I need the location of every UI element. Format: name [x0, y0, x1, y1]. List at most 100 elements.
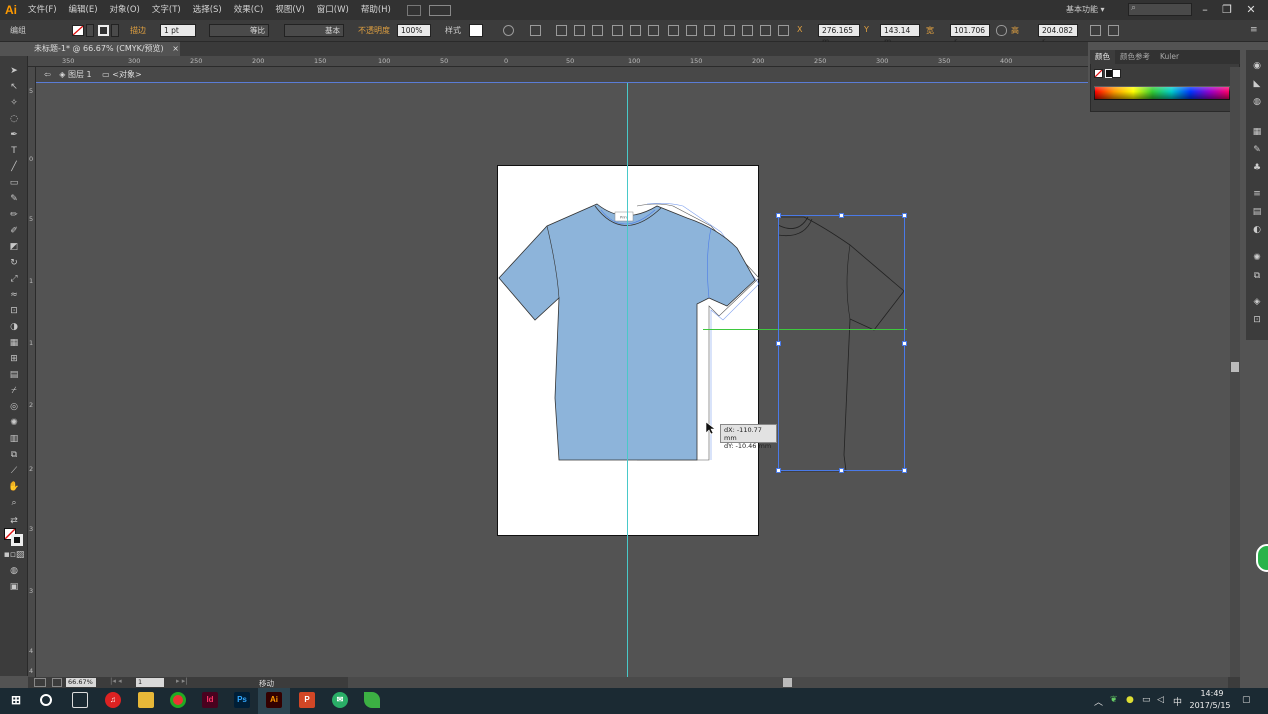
stroke-label[interactable]: 描边	[130, 25, 146, 36]
symbols-icon[interactable]: ♣	[1251, 162, 1263, 174]
eraser-tool-icon[interactable]: ◩	[6, 240, 22, 254]
fill-none-swatch[interactable]	[72, 25, 84, 36]
graphic-styles-icon[interactable]: ◣	[1251, 78, 1263, 90]
next-page-icon[interactable]: ▸ ▸|	[176, 677, 188, 685]
magic-wand-tool-icon[interactable]: ✧	[6, 96, 22, 110]
eyedropper-tool-icon[interactable]: ⌿	[6, 384, 22, 398]
mesh-tool-icon[interactable]: ⊞	[6, 352, 22, 366]
artboards-icon[interactable]: ⊡	[1251, 314, 1263, 326]
vertical-scroll-thumb[interactable]	[1231, 362, 1239, 372]
column-graph-tool-icon[interactable]: ▥	[6, 432, 22, 446]
ime-indicator[interactable]: 中	[1173, 695, 1182, 708]
indesign-icon[interactable]: Id	[202, 692, 218, 708]
brush-definition[interactable]: 基本	[284, 24, 344, 37]
close-tab-icon[interactable]: ×	[172, 44, 179, 53]
distribute-top-icon[interactable]	[668, 25, 679, 36]
x-field[interactable]: 276.165 m	[818, 24, 860, 46]
photoshop-icon[interactable]: Ps	[234, 692, 250, 708]
handle-middle-left[interactable]	[776, 341, 781, 346]
align-hcenter-icon[interactable]	[574, 25, 585, 36]
chrome-icon[interactable]	[170, 692, 186, 708]
page-field[interactable]: 1	[136, 678, 164, 687]
distribute-left-icon[interactable]	[724, 25, 735, 36]
handle-bottom-right[interactable]	[902, 468, 907, 473]
align-vcenter-icon[interactable]	[630, 25, 641, 36]
handle-bottom-center[interactable]	[839, 468, 844, 473]
width-field[interactable]: 101.706 r	[950, 24, 990, 46]
handle-top-center[interactable]	[839, 213, 844, 218]
y-field[interactable]: 143.14 m	[880, 24, 920, 46]
tray-app-icon[interactable]: ●	[1126, 695, 1134, 705]
transform-panel-icon[interactable]: ⧉	[1251, 270, 1263, 282]
handle-top-right[interactable]	[902, 213, 907, 218]
constrain-proportions-icon[interactable]	[996, 25, 1007, 36]
windows-start-icon[interactable]: ⊞	[8, 692, 24, 708]
pathfinder-icon[interactable]: ◐	[1251, 224, 1263, 236]
align-to-icon[interactable]	[530, 25, 541, 36]
netease-music-icon[interactable]: ♫	[105, 692, 121, 708]
brushes-icon[interactable]: ✎	[1251, 144, 1263, 156]
tray-expand-icon[interactable]: ︿	[1094, 695, 1103, 708]
distribute-right-icon[interactable]	[760, 25, 771, 36]
menu-file[interactable]: 文件(F)	[22, 0, 63, 20]
menu-edit[interactable]: 编辑(E)	[63, 0, 104, 20]
workspace-switcher[interactable]: 基本功能 ▾	[1066, 4, 1105, 15]
horizontal-scroll-thumb[interactable]	[783, 678, 792, 687]
vertical-ruler[interactable]: 5 0 5 1 1 2 2 3 3 4 4	[28, 67, 36, 677]
vertical-guide[interactable]	[627, 83, 628, 677]
symbol-sprayer-tool-icon[interactable]: ✺	[6, 416, 22, 430]
stroke-panel-icon[interactable]: ≡	[1251, 188, 1263, 200]
illustrator-icon[interactable]: Ai	[266, 692, 282, 708]
transparency-icon[interactable]: ◍	[1251, 96, 1263, 108]
distribute-vcenter-icon[interactable]	[686, 25, 697, 36]
zoom-tool-icon[interactable]: ⌕	[6, 496, 22, 510]
floating-helper-badge[interactable]	[1256, 544, 1268, 572]
color-mode-icons[interactable]: ▪▫▨	[4, 548, 25, 562]
free-transform-tool-icon[interactable]: ⊡	[6, 304, 22, 318]
gradient-tool-icon[interactable]: ▤	[6, 368, 22, 382]
opacity-label[interactable]: 不透明度	[358, 25, 390, 36]
distribute-bottom-icon[interactable]	[704, 25, 715, 36]
tray-leaf-icon[interactable]: ❦	[1110, 695, 1118, 705]
pen-tool-icon[interactable]: ✒	[6, 128, 22, 142]
panel-white-swatch[interactable]	[1112, 69, 1121, 78]
scale-tool-icon[interactable]: ⤢	[6, 272, 22, 286]
menu-window[interactable]: 窗口(W)	[311, 0, 355, 20]
type-tool-icon[interactable]: T	[6, 144, 22, 158]
volume-icon[interactable]: ◁	[1157, 695, 1164, 705]
leaf-app-icon[interactable]	[364, 692, 380, 708]
paintbrush-tool-icon[interactable]: ✎	[6, 192, 22, 206]
document-tab[interactable]: 未标题-1* @ 66.67% (CMYK/预览) ×	[28, 42, 180, 56]
hand-tool-icon[interactable]: ✋	[6, 480, 22, 494]
swatches-icon[interactable]: ▦	[1251, 126, 1263, 138]
vertical-scrollbar[interactable]	[1230, 67, 1240, 677]
stroke-color-icon[interactable]	[11, 534, 23, 546]
notification-icon[interactable]: ▢	[1242, 695, 1251, 705]
close-window-button[interactable]: ✕	[1240, 1, 1262, 19]
file-explorer-icon[interactable]	[138, 692, 154, 708]
appearance-icon[interactable]: ◉	[1251, 60, 1263, 72]
stroke-dropdown[interactable]	[111, 24, 119, 37]
restore-button[interactable]: ❐	[1216, 1, 1238, 19]
stroke-weight-field[interactable]: 1 pt	[160, 24, 196, 37]
selection-tool-icon[interactable]: ➤	[6, 64, 22, 78]
screen-mode-icon[interactable]: ▣	[6, 580, 22, 594]
pencil-tool-icon[interactable]: ✏	[6, 208, 22, 222]
panel-menu-icon[interactable]: ≡	[1250, 25, 1261, 36]
clock-date[interactable]: 2017/5/15	[1188, 701, 1232, 710]
back-arrow-icon[interactable]: ⇦	[44, 70, 51, 79]
handle-middle-right[interactable]	[902, 341, 907, 346]
shape-builder-tool-icon[interactable]: ◑	[6, 320, 22, 334]
task-view-icon[interactable]	[72, 692, 88, 708]
menu-effect[interactable]: 效果(C)	[228, 0, 270, 20]
powerpoint-icon[interactable]: P	[299, 692, 315, 708]
isolate-group-icon[interactable]	[1108, 25, 1119, 36]
search-circle-icon[interactable]	[40, 694, 52, 706]
bridge-icon[interactable]	[406, 4, 421, 16]
align-top-icon[interactable]	[612, 25, 623, 36]
swap-fill-stroke-icon[interactable]: ⇄	[6, 514, 22, 528]
help-search-input[interactable]	[1128, 3, 1192, 16]
network-icon[interactable]: ▭	[1142, 695, 1151, 705]
menu-object[interactable]: 对象(O)	[104, 0, 146, 20]
direct-selection-tool-icon[interactable]: ↖	[6, 80, 22, 94]
